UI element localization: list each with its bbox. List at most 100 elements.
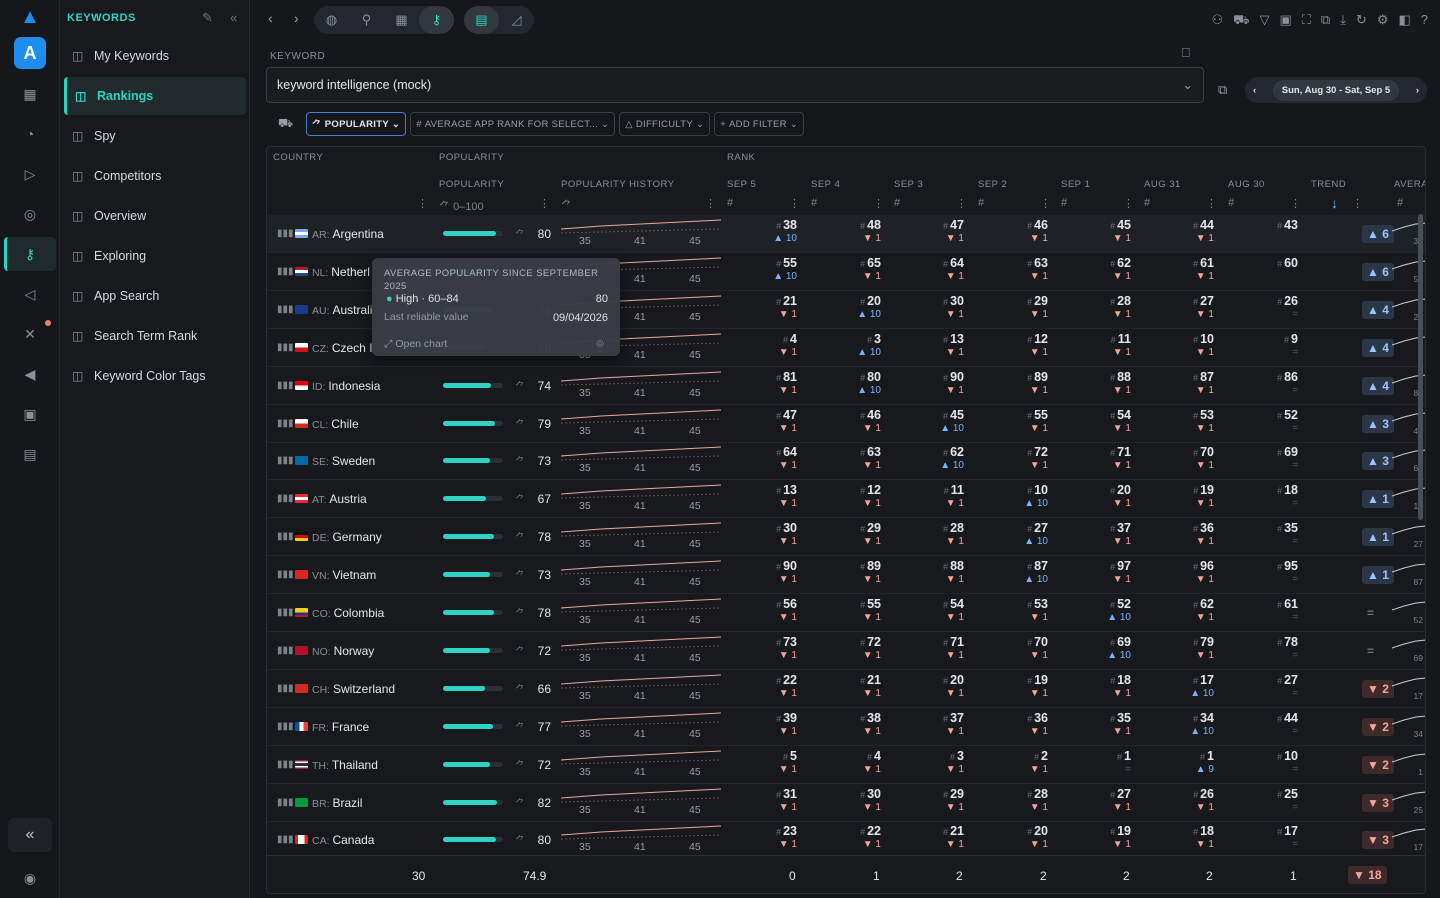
date-header[interactable]: AUG 30 <box>1228 179 1265 190</box>
popularity-cell[interactable]: ⺈ 74 <box>435 367 555 404</box>
country-cell[interactable]: CA: Canada <box>312 833 374 847</box>
rank-cell[interactable]: #27 ▼ 1 <box>1061 787 1131 813</box>
add-filter-button[interactable]: + ADD FILTER ⌄ <box>714 112 804 136</box>
country-cell[interactable]: BR: Brazil <box>312 796 362 810</box>
table-view-icon[interactable]: ▤ <box>464 6 499 34</box>
rank-cell[interactable]: #55 ▼ 1 <box>978 408 1048 434</box>
rank-cell[interactable]: #3 ▲ 10 <box>811 332 881 358</box>
rank-cell[interactable]: #47 ▼ 1 <box>727 408 797 434</box>
country-cell[interactable]: AR: Argentina <box>312 227 384 241</box>
date-range-picker[interactable]: ‹ Sun, Aug 30 - Sat, Sep 5 › <box>1245 77 1427 103</box>
rank-cell[interactable]: #69 = <box>1228 445 1298 471</box>
column-menu-icon[interactable]: ⋮ <box>956 197 967 210</box>
avg-rank-filter[interactable]: # AVERAGE APP RANK FOR SELECT... ⌄ <box>410 112 616 136</box>
key-tool-icon[interactable]: ⚷ <box>419 6 454 34</box>
rank-cell[interactable]: #26 ▼ 1 <box>1144 787 1214 813</box>
rank-cell[interactable]: #11 ▼ 1 <box>894 483 964 509</box>
average-cell[interactable]: 25 <box>1391 788 1425 818</box>
date-header[interactable]: SEP 1 <box>1061 179 1090 190</box>
bars-icon[interactable]: ▮▮▮ <box>277 607 294 618</box>
rank-cell[interactable]: #21 ▼ 1 <box>894 824 964 850</box>
popularity-cell[interactable]: ⺈ 79 <box>435 405 555 442</box>
panel-icon[interactable]: ◧ <box>1398 12 1410 30</box>
trend-header[interactable]: TREND <box>1311 179 1346 190</box>
popularity-history-sparkline[interactable]: 35 41 45 <box>561 484 721 514</box>
sidebar-item-rankings[interactable]: ◫ Rankings <box>64 77 246 115</box>
country-cell[interactable]: CL: Chile <box>312 417 359 431</box>
rank-cell[interactable]: #55 ▼ 1 <box>811 597 881 623</box>
rank-cell[interactable]: #45 ▼ 1 <box>1061 218 1131 244</box>
rank-cell[interactable]: #19 ▼ 1 <box>1061 824 1131 850</box>
table-row[interactable]: ▮▮▮ CH: Switzerland ⺈ 66 35 41 45 #22 ▼ 1 #21 ▼ 1 #… <box>267 670 1425 708</box>
rank-cell[interactable]: #27 ▼ 1 <box>1144 294 1214 320</box>
column-menu-icon[interactable]: ⋮ <box>705 197 716 210</box>
rank-cell[interactable]: #17 = <box>1228 824 1298 850</box>
collapse-rail-button[interactable]: « <box>8 818 52 852</box>
apple-icon[interactable]: ◔ <box>18 122 42 146</box>
rank-cell[interactable]: #13 ▼ 1 <box>727 483 797 509</box>
rank-cell[interactable]: #73 ▼ 1 <box>727 635 797 661</box>
rank-cell[interactable]: #9 = <box>1228 332 1298 358</box>
play-icon[interactable]: ▷ <box>18 162 42 186</box>
date-header[interactable]: SEP 5 <box>727 179 756 190</box>
rank-cell[interactable]: #2 ▼ 1 <box>978 749 1048 775</box>
average-cell[interactable]: 17 <box>1391 825 1425 855</box>
date-header[interactable]: SEP 4 <box>811 179 840 190</box>
popularity-cell[interactable]: ⺈ 80 <box>435 215 555 252</box>
rank-cell[interactable]: #61 ▼ 1 <box>1144 256 1214 282</box>
box-icon[interactable]: ▣ <box>1279 12 1291 30</box>
country-cell[interactable]: NO: Norway <box>312 644 374 658</box>
rank-cell[interactable]: #90 ▼ 1 <box>727 559 797 585</box>
rank-cell[interactable]: #46 ▼ 1 <box>978 218 1048 244</box>
rank-cell[interactable]: #53 ▼ 1 <box>1144 408 1214 434</box>
rank-cell[interactable]: #4 ▼ 1 <box>811 749 881 775</box>
bars-icon[interactable]: ▮▮▮ <box>277 266 294 277</box>
rank-cell[interactable]: #13 ▼ 1 <box>894 332 964 358</box>
table-row[interactable]: ▮▮▮ BR: Brazil ⺈ 82 35 41 45 #31 ▼ 1 #30 ▼ 1 #29 ▼ 1… <box>267 784 1425 822</box>
bars-icon[interactable]: ▮▮▮ <box>277 493 294 504</box>
rank-cell[interactable]: #52 = <box>1228 408 1298 434</box>
rank-cell[interactable]: #45 ▲ 10 <box>894 408 964 434</box>
date-header[interactable]: AUG 31 <box>1144 179 1181 190</box>
rank-cell[interactable]: #70 ▼ 1 <box>1144 445 1214 471</box>
rank-cell[interactable]: #44 = <box>1228 711 1298 737</box>
popularity-cell[interactable]: ⺈ 73 <box>435 556 555 593</box>
popularity-history-sparkline[interactable]: 35 41 45 <box>561 788 721 818</box>
popularity-history-sparkline[interactable]: 35 41 45 <box>561 522 721 552</box>
open-chart-link[interactable]: ⤢ Open chart <box>384 338 447 351</box>
average-cell[interactable]: 34 <box>1391 712 1425 742</box>
rank-cell[interactable]: #20 ▼ 1 <box>978 824 1048 850</box>
history-sort-icon[interactable]: ⺈ <box>561 197 572 213</box>
bars-icon[interactable]: ▮▮▮ <box>277 645 294 656</box>
download-icon[interactable]: ⤓ <box>1340 12 1346 30</box>
copy-icon[interactable]: ⧉ <box>1218 82 1227 98</box>
rank-cell[interactable]: #35 = <box>1228 521 1298 547</box>
screenshot-icon[interactable]: ⛶ <box>1302 12 1311 30</box>
rank-cell[interactable]: #23 ▼ 1 <box>727 824 797 850</box>
rank-cell[interactable]: #88 ▼ 1 <box>1061 370 1131 396</box>
rank-cell[interactable]: #71 ▼ 1 <box>894 635 964 661</box>
average-cell[interactable]: 17 <box>1391 674 1425 704</box>
rank-cell[interactable]: #34 ▲ 10 <box>1144 711 1214 737</box>
popularity-history-sparkline[interactable]: 35 41 45 <box>561 371 721 401</box>
popularity-history-sparkline[interactable]: 35 41 45 <box>561 674 721 704</box>
filter-icon[interactable]: ▽ <box>1259 12 1269 30</box>
country-cell[interactable]: CZ: Czech I <box>312 341 373 355</box>
rank-cell[interactable]: #4 ▼ 1 <box>727 332 797 358</box>
rank-cell[interactable]: #28 ▼ 1 <box>894 521 964 547</box>
rank-cell[interactable]: #64 ▼ 1 <box>727 445 797 471</box>
forward-icon[interactable]: › <box>294 10 299 26</box>
table-row[interactable]: ▮▮▮ DE: Germany ⺈ 78 35 41 45 #30 ▼ 1 #29 ▼ 1 #28 ▼ … <box>267 518 1425 557</box>
average-header[interactable]: AVERA <box>1394 179 1425 190</box>
rank-cell[interactable]: #52 ▲ 10 <box>1061 597 1131 623</box>
column-menu-icon[interactable]: ⋮ <box>1206 197 1217 210</box>
account-icon[interactable]: ◉ <box>18 866 42 890</box>
next-range-icon[interactable]: › <box>1416 85 1419 96</box>
rank-cell[interactable]: #18 ▼ 1 <box>1144 824 1214 850</box>
sidebar-item-overview[interactable]: ◫ Overview <box>64 197 246 235</box>
rank-cell[interactable]: #1 ▲ 9 <box>1144 749 1214 775</box>
globe-icon[interactable]: ◍ <box>314 6 349 34</box>
rank-cell[interactable]: #37 ▼ 1 <box>1061 521 1131 547</box>
sidebar-item-competitors[interactable]: ◫ Competitors <box>64 157 246 195</box>
rank-cell[interactable]: #10 ▼ 1 <box>1144 332 1214 358</box>
